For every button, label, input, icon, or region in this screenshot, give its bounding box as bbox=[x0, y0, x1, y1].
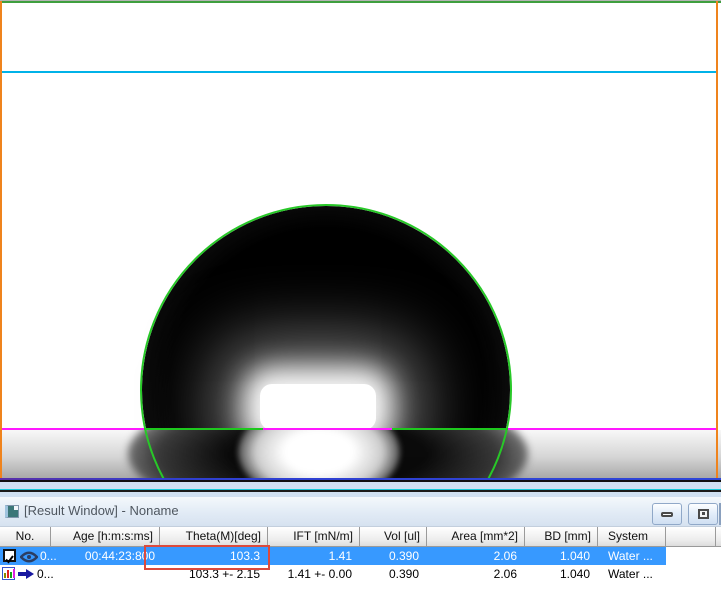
column-header-age[interactable]: Age [h:m:s:ms] bbox=[51, 527, 160, 546]
contact-line-segment-right bbox=[392, 428, 508, 430]
cell-area: 2.06 bbox=[427, 547, 517, 565]
app-window: [Result Window] - Noname No. Age [h:m:s:… bbox=[0, 0, 721, 612]
restore-button[interactable] bbox=[688, 503, 718, 525]
cell-ift: 1.41 +- 0.00 bbox=[268, 565, 352, 583]
result-window-icon[interactable] bbox=[5, 505, 19, 518]
column-header-filler bbox=[716, 527, 721, 546]
arrow-right-icon bbox=[18, 569, 34, 579]
drop-image-view bbox=[0, 0, 721, 478]
table-row-selected[interactable]: 0... 00:44:23:800 103.3 1.41 0.390 2.06 … bbox=[0, 547, 666, 565]
row-checkbox[interactable] bbox=[3, 549, 16, 562]
column-header-vol[interactable]: Vol [ul] bbox=[360, 527, 427, 546]
column-header-area[interactable]: Area [mm*2] bbox=[427, 527, 525, 546]
baseline-marker bbox=[2, 428, 716, 430]
result-window-title: [Result Window] - Noname bbox=[24, 503, 179, 518]
image-frame-left-orange bbox=[0, 1, 2, 478]
contact-line-segment-left bbox=[144, 428, 263, 430]
window-gap-band bbox=[0, 482, 721, 489]
cell-system: Water ... bbox=[608, 547, 653, 565]
column-header-no[interactable]: No. bbox=[0, 527, 51, 546]
focus-line bbox=[2, 71, 716, 73]
minimize-button[interactable] bbox=[652, 503, 682, 525]
check-icon bbox=[5, 555, 14, 564]
cell-age: 00:44:23:800 bbox=[51, 547, 155, 565]
table-header: No. Age [h:m:s:ms] Theta(M)[deg] IFT [mN… bbox=[0, 527, 721, 547]
minimize-icon bbox=[661, 512, 673, 517]
column-header-theta[interactable]: Theta(M)[deg] bbox=[160, 527, 268, 546]
annotation-highlight-rect bbox=[144, 545, 270, 570]
cell-vol: 0.390 bbox=[360, 547, 419, 565]
table-row[interactable]: 0... 103.3 +- 2.15 1.41 +- 0.00 0.390 2.… bbox=[0, 565, 721, 583]
column-header-bd[interactable]: BD [mm] bbox=[525, 527, 598, 546]
cell-age bbox=[51, 565, 155, 583]
column-header-filler bbox=[666, 527, 716, 546]
column-header-ift[interactable]: IFT [mN/m] bbox=[268, 527, 360, 546]
restore-icon bbox=[698, 509, 709, 519]
cell-system: Water ... bbox=[608, 565, 653, 583]
cell-bd: 1.040 bbox=[525, 565, 590, 583]
cell-ift: 1.41 bbox=[268, 547, 352, 565]
cell-area: 2.06 bbox=[427, 565, 517, 583]
result-window-titlebar: [Result Window] - Noname bbox=[0, 497, 721, 527]
bar-chart-icon bbox=[2, 567, 15, 580]
column-header-system[interactable]: System bbox=[598, 527, 666, 546]
cell-bd: 1.040 bbox=[525, 547, 590, 565]
image-frame-right-orange bbox=[716, 1, 718, 478]
cell-vol: 0.390 bbox=[360, 565, 419, 583]
